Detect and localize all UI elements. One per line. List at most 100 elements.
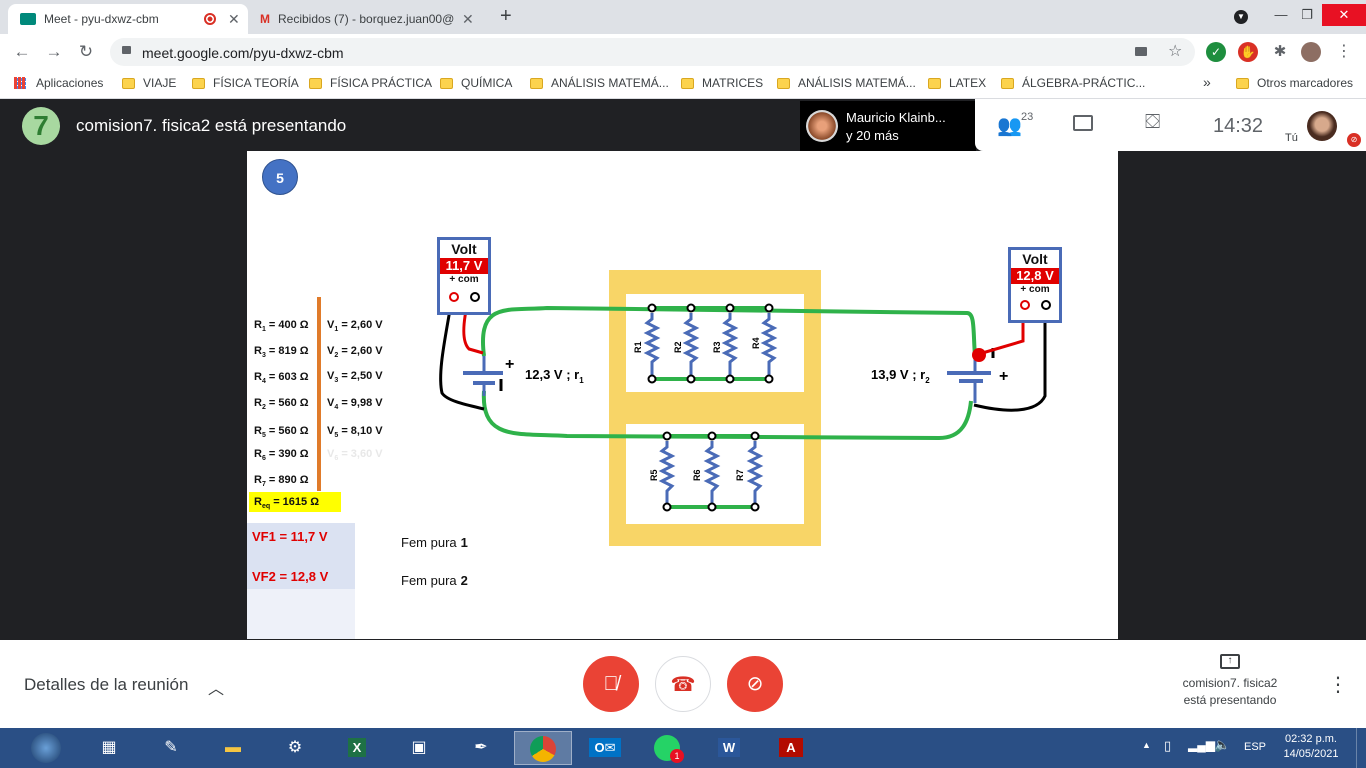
meeting-details-button[interactable]: Detalles de la reunión ︿: [0, 640, 240, 728]
bookmark-label: ÁLGEBRA-PRÁCTIC...: [1022, 76, 1146, 90]
reload-button[interactable]: ↻: [74, 40, 98, 64]
whatsapp-badge: 1: [670, 749, 684, 763]
extensions-puzzle-icon[interactable]: ✱: [1270, 42, 1290, 62]
address-bar[interactable]: meet.google.com/pyu-dxwz-cbm ☆: [110, 38, 1195, 66]
chat-icon[interactable]: [1073, 115, 1093, 131]
more-options-icon[interactable]: ⋮: [1328, 672, 1348, 697]
lock-icon: [122, 46, 131, 54]
window-close-button[interactable]: ✕: [1322, 4, 1366, 26]
taskbar-word[interactable]: W: [700, 731, 758, 765]
folder-icon: [681, 77, 694, 89]
show-desktop-button[interactable]: [1356, 728, 1366, 768]
folder-icon: [1001, 77, 1014, 89]
people-button[interactable]: 👥 23: [997, 111, 1033, 138]
extension-hand-icon[interactable]: ✋: [1238, 42, 1258, 62]
taskbar-whatsapp[interactable]: 1: [638, 731, 696, 765]
terminal-plus: [449, 292, 459, 302]
back-button[interactable]: ←: [10, 40, 34, 64]
bookmark-apps[interactable]: Aplicaciones: [14, 76, 103, 90]
bookmark-star-icon[interactable]: ☆: [1168, 41, 1182, 61]
bookmark-folder[interactable]: VIAJE: [122, 76, 176, 90]
tray-date: 14/05/2021: [1283, 748, 1339, 760]
more-bookmarks-button[interactable]: »: [1203, 74, 1211, 90]
camera-icon[interactable]: [1135, 47, 1147, 56]
meet-controls-bar: Detalles de la reunión ︿ 🎙̸ ☎ ⊘ ↑ comisi…: [0, 640, 1366, 728]
camera-toggle-button[interactable]: ⊘: [727, 656, 783, 712]
terminal-com: [470, 292, 480, 302]
recording-icon: [204, 13, 216, 25]
self-avatar[interactable]: [1307, 111, 1337, 141]
folder-icon: [530, 77, 543, 89]
taskbar-excel[interactable]: X: [328, 731, 386, 765]
folder-icon: [1236, 77, 1249, 89]
taskbar-acrobat[interactable]: A: [762, 731, 820, 765]
browser-toolbar: ← → ↻ meet.google.com/pyu-dxwz-cbm ☆ ✓ ✋…: [0, 34, 1366, 70]
taskbar-chrome[interactable]: [514, 731, 572, 765]
new-tab-button[interactable]: +: [500, 5, 512, 28]
tab-meet[interactable]: Meet - pyu-dxwz-cbm ✕: [8, 4, 248, 34]
tray-show-hidden-icon[interactable]: ▲: [1142, 740, 1151, 750]
mic-toggle-button[interactable]: 🎙̸: [583, 656, 639, 712]
bookmark-folder[interactable]: FÍSICA TEORÍA: [192, 76, 299, 90]
bookmark-folder[interactable]: ANÁLISIS MATEMÁ...: [777, 76, 916, 90]
bookmark-label: FÍSICA PRÁCTICA: [330, 76, 433, 90]
tray-volume-icon[interactable]: 🔈: [1214, 737, 1230, 753]
presentation-slide: 5 R1 = 400 Ω R3 = 819 Ω R4 = 603 Ω R2 = …: [247, 151, 1118, 639]
present-screen-icon: ↑: [1220, 654, 1240, 669]
voltmeter-reading: 12,8 V: [1011, 268, 1059, 284]
self-label: Tú: [1285, 132, 1298, 144]
apps-grid-icon: [14, 77, 26, 89]
taskbar-file-explorer[interactable]: ▬: [204, 731, 262, 765]
meeting-details-label: Detalles de la reunión: [24, 675, 189, 694]
taskbar-notes[interactable]: ✎: [142, 731, 200, 765]
taskbar-calculator[interactable]: ▦: [80, 731, 138, 765]
bookmark-label: FÍSICA TEORÍA: [213, 76, 299, 90]
bookmark-folder[interactable]: FÍSICA PRÁCTICA: [309, 76, 432, 90]
other-bookmarks-folder[interactable]: Otros marcadores: [1236, 76, 1353, 90]
taskbar-control-panel[interactable]: ⚙: [266, 731, 324, 765]
close-tab-icon[interactable]: ✕: [462, 11, 474, 28]
folder-icon: [309, 77, 322, 89]
bookmark-folder[interactable]: QUÍMICA: [440, 76, 512, 90]
resistor-label-r6: R6: [692, 469, 702, 481]
terminal-plus: [1020, 300, 1030, 310]
close-tab-icon[interactable]: ✕: [228, 11, 240, 28]
resistor-label-r5: R5: [649, 469, 659, 481]
activities-icon[interactable]: ⛋: [1145, 111, 1160, 134]
bookmark-folder[interactable]: ANÁLISIS MATEMÁ...: [530, 76, 669, 90]
tray-network-icon[interactable]: ▂▄▆: [1188, 738, 1215, 752]
meet-header: 7 comision7. fisica2 está presentando Ma…: [0, 99, 1366, 151]
tray-language[interactable]: ESP: [1244, 741, 1266, 753]
battery-left: [463, 356, 503, 396]
tab-search-icon[interactable]: ▼: [1234, 10, 1248, 24]
presenting-card-line2: está presentando: [1183, 693, 1277, 707]
folder-icon: [440, 77, 453, 89]
bookmark-folder[interactable]: ÁLGEBRA-PRÁCTIC...: [1001, 76, 1145, 90]
presenting-card[interactable]: ↑ comision7. fisica2 está presentando: [1160, 652, 1300, 716]
extension-check-icon[interactable]: ✓: [1206, 42, 1226, 62]
leave-call-button[interactable]: ☎: [655, 656, 711, 712]
battery-right: [947, 348, 995, 403]
gmail-favicon-icon: M: [260, 12, 270, 26]
resistor-label-r4: R4: [751, 337, 761, 349]
bookmark-folder[interactable]: MATRICES: [681, 76, 763, 90]
tab-gmail[interactable]: M Recibidos (7) - borquez.juan00@ ✕: [252, 4, 488, 34]
taskbar-presentation[interactable]: ▣: [390, 731, 448, 765]
resistor-label-r1: R1: [633, 341, 643, 353]
emf-right-label: 13,9 V ; r2: [871, 367, 930, 385]
chrome-menu-icon[interactable]: ⋮: [1334, 42, 1354, 62]
participant-chip[interactable]: Mauricio Klainb... y 20 más: [800, 101, 976, 151]
bookmark-label: MATRICES: [702, 76, 764, 90]
forward-button[interactable]: →: [42, 40, 66, 64]
restore-button[interactable]: ❐: [1292, 4, 1322, 26]
profile-avatar[interactable]: [1301, 42, 1321, 62]
voltmeter-right: Volt 12,8 V + com: [1008, 247, 1062, 323]
taskbar-outlook[interactable]: O✉: [576, 731, 634, 765]
windows-taskbar: ▦ ✎ ▬ ⚙ X ▣ ✒ O✉ 1 W A ▲ ▯ ▂▄▆ 🔈 ESP 02:…: [0, 728, 1366, 768]
folder-icon: ▬: [225, 739, 241, 756]
tray-device-icon[interactable]: ▯: [1164, 738, 1171, 754]
bookmark-folder[interactable]: LATEX: [928, 76, 986, 90]
tray-clock[interactable]: 02:32 p.m. 14/05/2021: [1280, 732, 1342, 762]
taskbar-pen-tool[interactable]: ✒: [452, 731, 510, 765]
start-button[interactable]: [16, 731, 76, 765]
